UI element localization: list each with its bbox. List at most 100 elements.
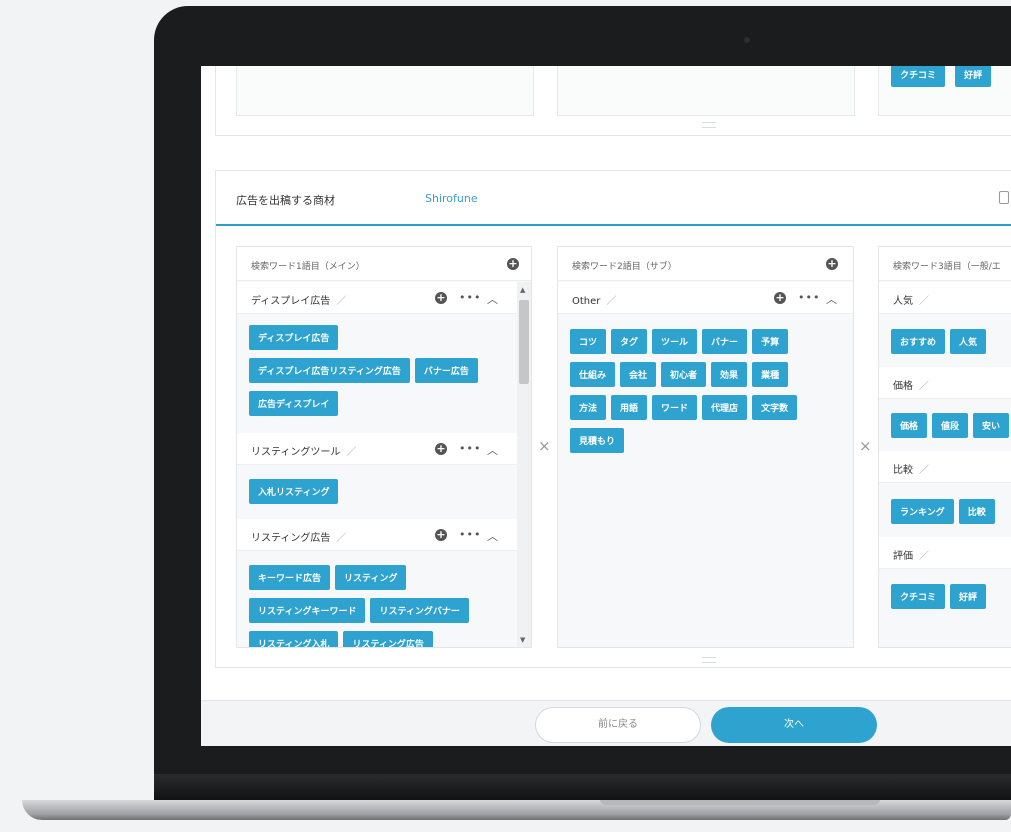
pencil-icon[interactable]: ／ — [606, 292, 616, 307]
tag[interactable]: 代理店 — [702, 395, 748, 420]
tag[interactable]: 好評 — [955, 66, 992, 87]
tag-list: ディスプレイ広告 ディスプレイ広告リスティング広告 バナー広告 広告ディスプレイ — [249, 325, 519, 424]
chevron-up-icon[interactable]: ︿ — [487, 528, 498, 544]
tag[interactable]: タグ — [611, 329, 648, 354]
keyword-column-1: 検索ワード1語目（メイン） + ディスプレイ広告／ + ••• ︿ ディスプレイ… — [236, 246, 532, 648]
tag[interactable]: 好評 — [950, 584, 987, 609]
plus-circle-icon[interactable]: + — [507, 258, 519, 270]
pencil-icon[interactable]: ／ — [336, 292, 346, 307]
column-header: 検索ワード2語目（サブ） + — [558, 247, 853, 281]
tag[interactable]: 効果 — [711, 362, 748, 387]
previous-panel: クチコミ 好評 — [215, 66, 1011, 136]
column-title: 検索ワード1語目（メイン） — [251, 262, 365, 272]
tag[interactable]: 予算 — [752, 329, 789, 354]
group-header: Other ／ + ••• ︿ — [558, 282, 853, 314]
ellipsis-icon[interactable]: ••• — [798, 291, 820, 304]
plus-circle-icon[interactable]: + — [435, 292, 447, 304]
tag[interactable]: リスティングキーワード — [249, 598, 366, 623]
tag[interactable]: 広告ディスプレイ — [249, 391, 339, 416]
group-header: 評価／ — [879, 537, 1011, 569]
tag[interactable]: クチコミ — [891, 584, 946, 609]
tag[interactable]: ディスプレイ広告 — [249, 325, 339, 350]
column-title: 検索ワード2語目（サブ） — [572, 262, 677, 272]
tag[interactable]: 入札リスティング — [249, 479, 339, 504]
group-header: 人気／ — [879, 282, 1011, 314]
tag[interactable]: ディスプレイ広告リスティング広告 — [249, 358, 410, 383]
scroll-down-icon[interactable]: ▼ — [520, 636, 525, 644]
group-name: Other ／ — [572, 292, 616, 307]
resize-handle[interactable] — [702, 122, 716, 128]
plus-circle-icon[interactable]: + — [774, 292, 786, 304]
group-header: リスティング広告／ + ••• ︿ — [237, 519, 517, 551]
tag[interactable]: 用語 — [611, 395, 648, 420]
ellipsis-icon[interactable]: ••• — [459, 528, 481, 541]
tag[interactable]: 見積もり — [570, 428, 625, 453]
tag-list: おすすめ 人気 — [891, 329, 1011, 362]
tag[interactable]: リスティング入札 — [249, 631, 339, 647]
scroll-thumb[interactable] — [519, 300, 529, 384]
tag[interactable]: ランキング — [891, 499, 954, 524]
previous-column-3: クチコミ 好評 — [878, 66, 1011, 116]
tag[interactable]: 人気 — [950, 329, 987, 354]
times-icon: × — [859, 437, 872, 455]
scrollbar[interactable]: ▲ ▼ — [517, 282, 531, 647]
tag-list: 価格 値段 安い — [891, 413, 1011, 446]
tag[interactable]: リスティング — [335, 565, 407, 590]
tag[interactable]: キーワード広告 — [249, 565, 331, 590]
tag-list: ランキング 比較 — [891, 499, 1011, 532]
tag[interactable]: おすすめ — [891, 329, 946, 354]
next-button[interactable]: 次へ — [711, 707, 877, 743]
back-button[interactable]: 前に戻る — [535, 707, 701, 743]
pencil-icon[interactable]: ／ — [919, 461, 929, 476]
group-name: 価格／ — [893, 377, 929, 392]
column-header: 検索ワード1語目（メイン） + — [237, 247, 531, 281]
chevron-up-icon[interactable]: ︿ — [487, 442, 498, 458]
tag-list: キーワード広告 リスティング リスティングキーワード リスティングバナー リスティン… — [249, 565, 519, 647]
keyword-column-2: 検索ワード2語目（サブ） + Other ／ + ••• ︿ コツ タグ ツール バナー… — [557, 246, 854, 648]
pencil-icon[interactable]: ／ — [346, 443, 356, 458]
group-header: ディスプレイ広告／ + ••• ︿ — [237, 282, 517, 314]
tag[interactable]: 価格 — [891, 413, 928, 438]
pencil-icon[interactable]: ／ — [919, 377, 929, 392]
tag-list: コツ タグ ツール バナー 予算 仕組み 会社 初心者 効果 業種 方法 用語 ワード 代理店 文字数 … — [570, 329, 830, 461]
tag[interactable]: 初心者 — [661, 362, 707, 387]
ellipsis-icon[interactable]: ••• — [459, 442, 481, 455]
pencil-icon[interactable]: ／ — [919, 547, 929, 562]
group-name: リスティング広告／ — [251, 529, 346, 544]
previous-column-1 — [236, 66, 534, 116]
tag[interactable]: 文字数 — [752, 395, 798, 420]
times-icon: × — [538, 437, 551, 455]
tag[interactable]: リスティング広告 — [343, 631, 433, 647]
tag[interactable]: 方法 — [570, 395, 607, 420]
tag[interactable]: リスティングバナー — [370, 598, 469, 623]
pencil-icon[interactable]: ／ — [336, 529, 346, 544]
tag[interactable]: バナー — [702, 329, 748, 354]
ellipsis-icon[interactable]: ••• — [459, 291, 481, 304]
panel-label: 広告を出稿する商材 — [236, 194, 335, 207]
plus-circle-icon[interactable]: + — [826, 258, 838, 270]
clipboard-icon[interactable] — [999, 191, 1009, 204]
tag[interactable]: 会社 — [620, 362, 657, 387]
chevron-up-icon[interactable]: ︿ — [826, 291, 837, 307]
tag[interactable]: 値段 — [932, 413, 969, 438]
group-header: 比較／ — [879, 451, 1011, 483]
keyword-panel: 広告を出稿する商材 Shirofune 検索ワード1語目（メイン） + ディスプ… — [215, 170, 1011, 668]
scroll-up-icon[interactable]: ▲ — [520, 286, 525, 294]
plus-circle-icon[interactable]: + — [435, 443, 447, 455]
pencil-icon[interactable]: ／ — [919, 292, 929, 307]
tag[interactable]: クチコミ — [891, 66, 946, 87]
tag[interactable]: ツール — [652, 329, 698, 354]
tag[interactable]: ワード — [652, 395, 698, 420]
group-name: 比較／ — [893, 461, 929, 476]
resize-handle[interactable] — [702, 657, 716, 663]
tag[interactable]: バナー広告 — [414, 358, 478, 383]
tag[interactable]: 仕組み — [570, 362, 616, 387]
chevron-up-icon[interactable]: ︿ — [487, 291, 498, 307]
tag[interactable]: 安い — [973, 413, 1010, 438]
tag[interactable]: 業種 — [752, 362, 789, 387]
group-name: ディスプレイ広告／ — [251, 292, 346, 307]
group-name: リスティングツール／ — [251, 443, 356, 458]
tag[interactable]: コツ — [570, 329, 607, 354]
tag[interactable]: 比較 — [958, 499, 995, 524]
plus-circle-icon[interactable]: + — [435, 529, 447, 541]
